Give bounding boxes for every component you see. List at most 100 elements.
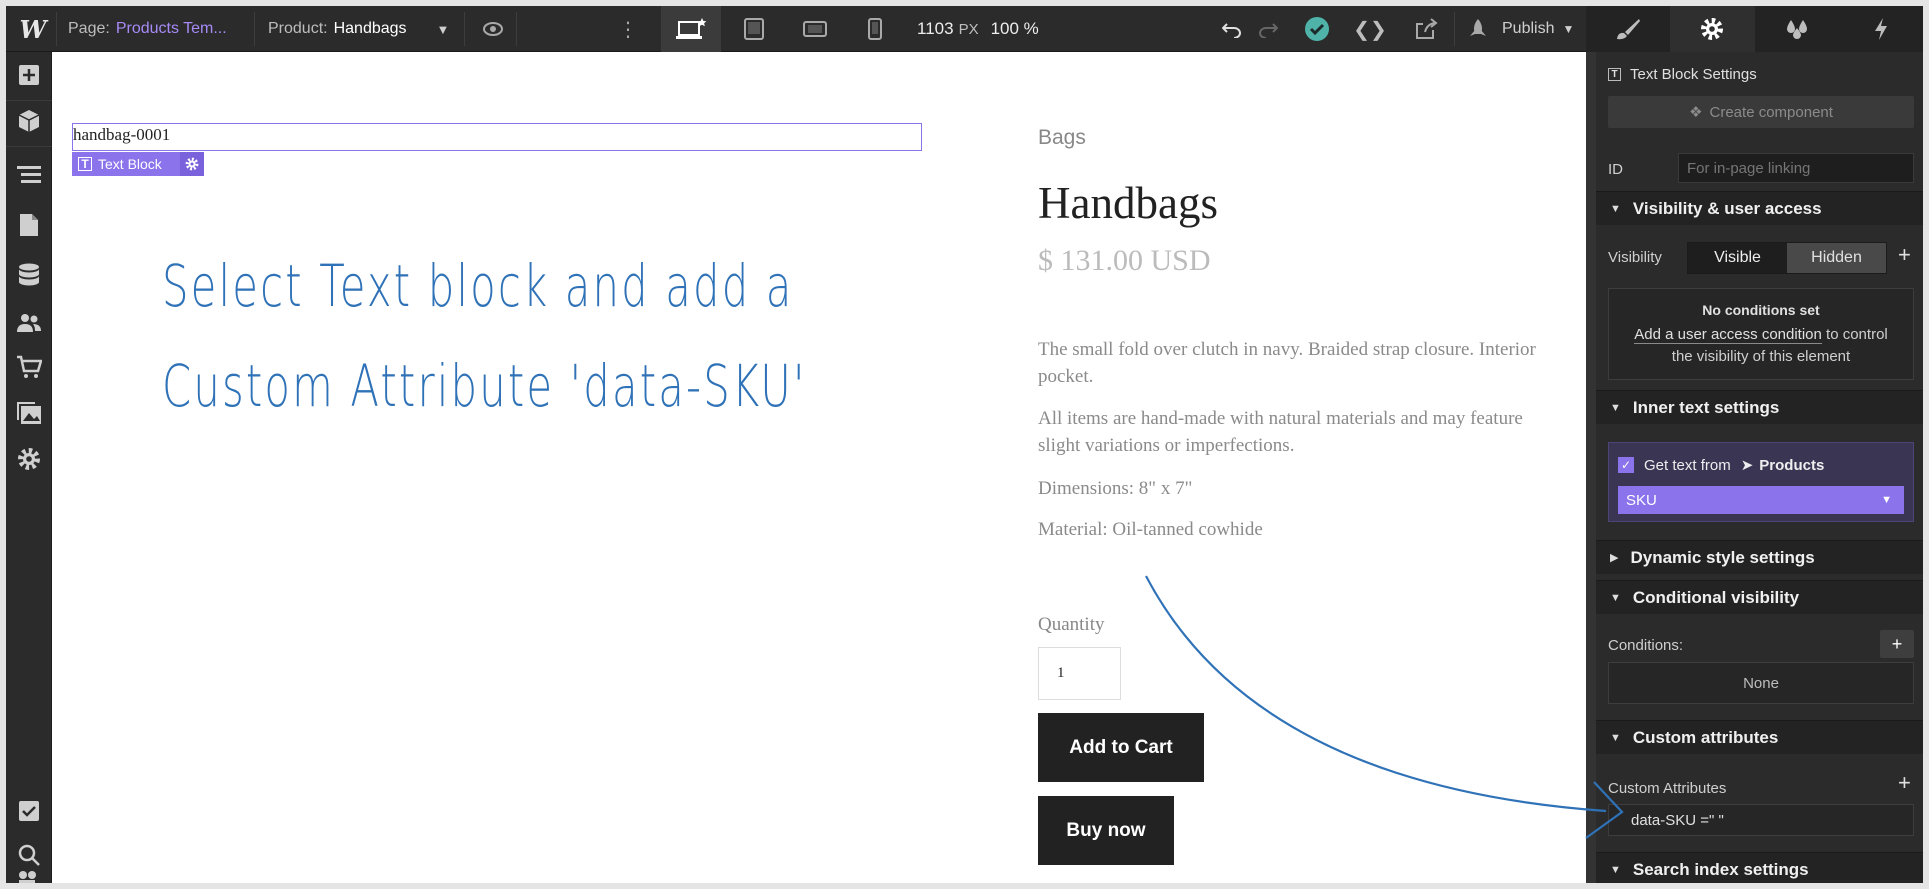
webflow-logo[interactable]: W xyxy=(16,6,50,52)
assets-icon[interactable] xyxy=(6,390,52,436)
visibility-label: Visibility xyxy=(1608,249,1662,266)
section-custom-attributes[interactable]: ▼ Custom attributes xyxy=(1596,720,1923,754)
section-title: Search index settings xyxy=(1632,859,1809,879)
text-block-icon: T xyxy=(1608,68,1621,81)
triangle-down-icon: ▼ xyxy=(1610,731,1621,744)
desktop-breakpoint-icon[interactable] xyxy=(661,6,721,52)
page-selector[interactable]: Page: Products Tem... xyxy=(68,6,227,52)
product-dimensions: Dimensions: 8" x 7" xyxy=(1038,478,1193,499)
symbols-cube-icon[interactable] xyxy=(6,98,52,144)
publish-label: Publish xyxy=(1502,20,1555,37)
product-disclaimer: All items are hand-made with natural mat… xyxy=(1038,408,1523,456)
rocket-icon xyxy=(1470,19,1486,36)
tab-style-manager[interactable] xyxy=(1755,6,1839,52)
pages-icon[interactable] xyxy=(6,202,52,248)
section-dynamic-style[interactable]: ▶ Dynamic style settings xyxy=(1596,540,1923,574)
create-component-button[interactable]: ❖ Create component xyxy=(1608,96,1914,128)
tag-icon: ➤ xyxy=(1740,457,1754,474)
id-label: ID xyxy=(1608,161,1623,178)
divider xyxy=(464,12,465,46)
users-icon[interactable] xyxy=(6,300,52,346)
mobile-portrait-breakpoint-icon[interactable] xyxy=(856,6,894,52)
element-settings-gear-icon[interactable] xyxy=(180,152,204,176)
product-selector[interactable]: Product: Handbags ▼ xyxy=(268,6,449,52)
navigator-icon[interactable] xyxy=(6,152,52,198)
publish-status-check-icon[interactable] xyxy=(1302,6,1332,52)
sku-text-block[interactable]: handbag-0001 xyxy=(73,125,170,145)
code-icon[interactable]: ❮❯ xyxy=(1353,6,1387,52)
product-title: Handbags xyxy=(1038,178,1218,228)
triangle-down-icon: ▼ xyxy=(1610,863,1621,876)
visible-option[interactable]: Visible xyxy=(1688,243,1787,273)
undo-icon[interactable] xyxy=(1216,6,1248,52)
tab-settings[interactable] xyxy=(1670,6,1755,52)
more-vertical-icon[interactable]: ⋮ xyxy=(618,6,638,52)
section-title: Custom attributes xyxy=(1632,727,1779,747)
product-material: Material: Oil-tanned cowhide xyxy=(1038,519,1263,540)
app-frame: W Page: Products Tem... Product: Handbag… xyxy=(6,6,1923,883)
add-elements-icon[interactable] xyxy=(6,52,52,98)
section-title: Visibility & user access xyxy=(1632,198,1822,218)
divider xyxy=(1454,12,1455,46)
selected-element-tag[interactable]: T Text Block xyxy=(72,152,204,176)
settings-gear-icon[interactable] xyxy=(6,436,52,482)
selected-element-outline[interactable] xyxy=(72,123,922,151)
tab-interactions[interactable] xyxy=(1839,6,1923,52)
designer-canvas[interactable]: handbag-0001 T Text Block Select Text bl… xyxy=(52,52,1586,883)
add-attribute-plus-icon[interactable]: + xyxy=(1898,770,1911,796)
add-to-cart-button[interactable]: Add to Cart xyxy=(1038,713,1204,782)
chevron-down-icon: ▼ xyxy=(1562,22,1575,36)
text-block-icon: T xyxy=(78,157,92,171)
visibility-toggle: Visible Hidden xyxy=(1687,242,1887,274)
left-toolbar xyxy=(6,52,52,883)
component-cube-icon: ❖ xyxy=(1689,104,1703,121)
page-name: Products Tem... xyxy=(115,20,227,37)
add-condition-plus-icon[interactable]: + xyxy=(1880,630,1914,658)
canvas-width-unit: PX xyxy=(958,20,979,38)
ecommerce-cart-icon[interactable] xyxy=(6,344,52,390)
divider xyxy=(254,12,255,46)
export-icon[interactable] xyxy=(1411,6,1443,52)
condition-help-2: the visibility of this element xyxy=(1671,348,1851,365)
selected-element-type: Text Block xyxy=(98,156,162,172)
preview-eye-icon[interactable] xyxy=(476,6,510,52)
annotation-line-2: Custom Attribute 'data-SKU' xyxy=(162,352,807,420)
chevron-down-icon: ▼ xyxy=(436,21,450,37)
id-input[interactable] xyxy=(1678,153,1914,183)
attribute-entry[interactable]: data-SKU =" " xyxy=(1608,804,1914,836)
product-description: The small fold over clutch in navy. Brai… xyxy=(1038,339,1536,387)
mobile-landscape-breakpoint-icon[interactable] xyxy=(794,6,836,52)
video-tutorials-icon[interactable] xyxy=(6,870,52,883)
cms-database-icon[interactable] xyxy=(6,252,52,298)
divider xyxy=(516,12,517,46)
section-title: Dynamic style settings xyxy=(1630,547,1815,567)
section-search-index[interactable]: ▼ Search index settings xyxy=(1596,852,1923,883)
tablet-breakpoint-icon[interactable] xyxy=(734,6,774,52)
section-inner-text[interactable]: ▼ Inner text settings xyxy=(1596,390,1923,424)
add-visibility-plus-icon[interactable]: + xyxy=(1898,242,1911,268)
get-text-checkbox[interactable]: ✓ xyxy=(1618,457,1634,473)
hidden-option[interactable]: Hidden xyxy=(1787,243,1886,273)
section-visibility[interactable]: ▼ Visibility & user access xyxy=(1596,191,1923,225)
annotation-line-1: Select Text block and add a xyxy=(162,252,794,320)
panel-scrollbar[interactable] xyxy=(1586,52,1596,883)
audit-checkbox-icon[interactable] xyxy=(6,788,52,834)
section-conditional-visibility[interactable]: ▼ Conditional visibility xyxy=(1596,580,1923,614)
no-conditions-text: No conditions set xyxy=(1702,302,1820,318)
chevron-down-icon: ▼ xyxy=(1881,494,1892,506)
add-access-condition-link[interactable]: Add a user access condition xyxy=(1634,326,1822,344)
buy-now-button[interactable]: Buy now xyxy=(1038,796,1174,865)
quantity-input[interactable]: 1 xyxy=(1038,647,1121,700)
lightning-icon xyxy=(1874,18,1887,40)
create-component-label: Create component xyxy=(1709,103,1833,121)
canvas-width: 1103 xyxy=(917,19,954,38)
tab-style[interactable] xyxy=(1586,6,1670,52)
get-text-row: ✓ Get text from ➤ Products xyxy=(1618,456,1824,474)
redo-icon[interactable] xyxy=(1252,6,1284,52)
triangle-down-icon: ▼ xyxy=(1610,202,1621,215)
gear-icon xyxy=(1701,18,1724,40)
page-label: Page: xyxy=(68,20,110,37)
cms-field-select[interactable]: SKU ▼ xyxy=(1618,486,1904,514)
publish-button[interactable]: Publish ▼ xyxy=(1466,6,1574,52)
zoom-level: 100 % xyxy=(990,19,1039,38)
